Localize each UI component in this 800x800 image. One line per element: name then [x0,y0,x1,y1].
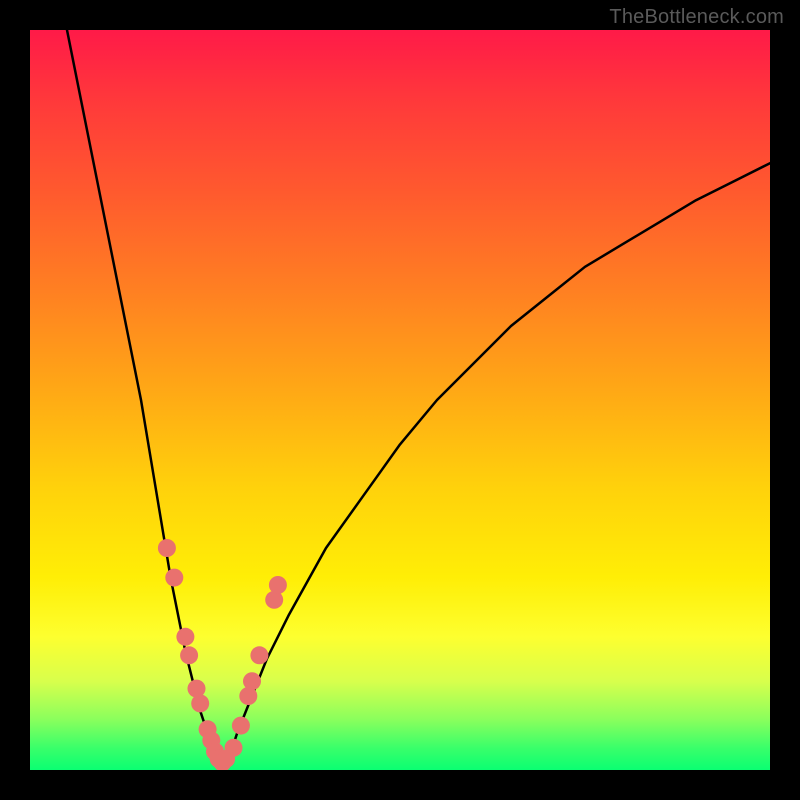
data-point [176,628,194,646]
data-point [180,646,198,664]
data-point [191,694,209,712]
curve-group [67,30,770,770]
chart-overlay [30,30,770,770]
data-point [165,569,183,587]
data-point [158,539,176,557]
watermark-text: TheBottleneck.com [609,6,784,29]
data-point [232,717,250,735]
plot-area [30,30,770,770]
curve-path [67,30,222,770]
chart-frame: TheBottleneck.com [0,0,800,800]
data-point [250,646,268,664]
data-point [269,576,287,594]
data-point [243,672,261,690]
dots-group [158,539,287,770]
data-point [225,739,243,757]
curve-path [222,163,770,770]
